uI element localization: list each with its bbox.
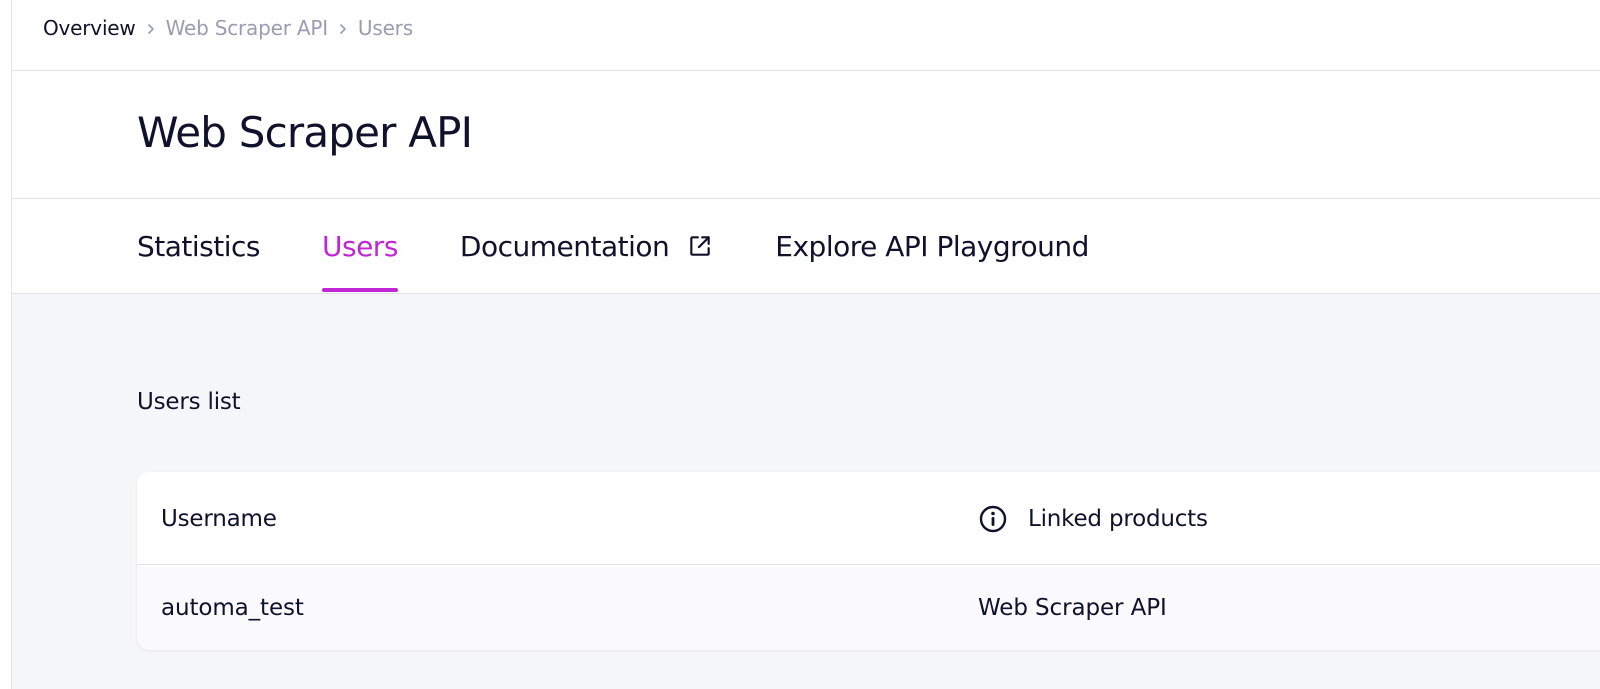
breadcrumb-web-scraper-api[interactable]: Web Scraper API bbox=[166, 16, 329, 40]
breadcrumb-users: Users bbox=[357, 16, 413, 40]
breadcrumb: Overview Web Scraper API Users bbox=[43, 14, 413, 42]
cell-linked-products: Web Scraper API bbox=[978, 595, 1167, 621]
main-panel: Overview Web Scraper API Users Web Scrap… bbox=[11, 0, 1600, 689]
tab-users[interactable]: Users bbox=[322, 199, 398, 293]
column-header-username: Username bbox=[161, 505, 277, 532]
users-list-title: Users list bbox=[137, 389, 241, 415]
tab-statistics[interactable]: Statistics bbox=[137, 199, 261, 293]
tab-label: Explore API Playground bbox=[775, 229, 1089, 263]
tab-explore-api-playground[interactable]: Explore API Playground bbox=[775, 199, 1089, 293]
tab-label: Users bbox=[322, 229, 398, 263]
chevron-right-icon bbox=[136, 18, 166, 39]
tab-label: Statistics bbox=[137, 229, 261, 263]
cell-username: automa_test bbox=[161, 595, 304, 621]
chevron-right-icon bbox=[328, 18, 358, 39]
content-area: Users list Username Linked products auto… bbox=[12, 294, 1600, 689]
table-header: Username Linked products bbox=[137, 472, 1600, 565]
external-link-icon bbox=[687, 233, 713, 259]
column-header-label: Linked products bbox=[1028, 505, 1208, 532]
tab-bar: Statistics Users Documentation Explore A… bbox=[137, 199, 1151, 293]
page-title: Web Scraper API bbox=[137, 108, 473, 157]
info-icon[interactable] bbox=[978, 504, 1008, 534]
divider bbox=[12, 70, 1600, 71]
column-header-linked-products: Linked products bbox=[978, 472, 1208, 565]
breadcrumb-overview[interactable]: Overview bbox=[43, 16, 136, 40]
table-row[interactable]: automa_test Web Scraper API bbox=[137, 566, 1600, 650]
tab-label: Documentation bbox=[459, 229, 670, 263]
users-table: Username Linked products automa_test Web… bbox=[137, 472, 1600, 650]
tab-documentation[interactable]: Documentation bbox=[460, 199, 713, 293]
